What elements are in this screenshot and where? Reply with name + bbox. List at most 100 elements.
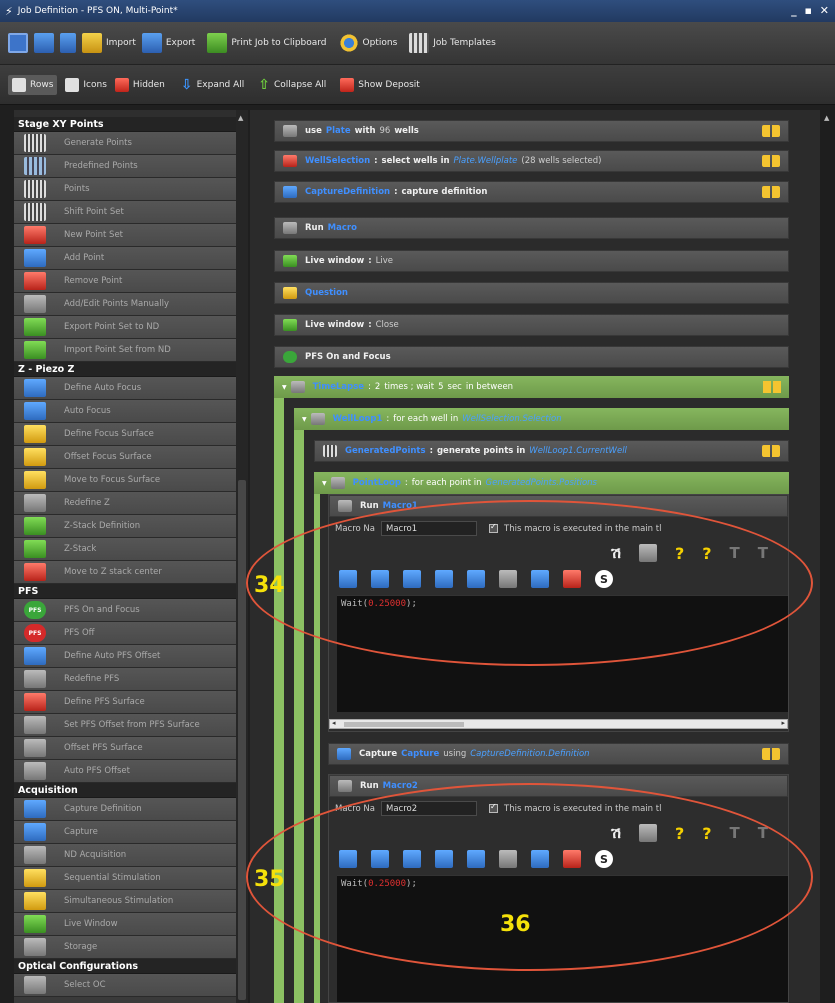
main-thread-checkbox[interactable]	[489, 522, 498, 533]
find-icon[interactable]: ሽ	[611, 544, 621, 562]
sidebar-scrollbar[interactable]: ▲	[236, 110, 248, 1003]
copy-icon[interactable]	[435, 850, 453, 868]
collapse-icon[interactable]: ▼	[302, 416, 307, 423]
scroll-left-icon[interactable]: ◂	[332, 719, 336, 727]
sidebar-item[interactable]: Shift Point Set	[14, 201, 236, 224]
help-context-icon[interactable]: ?	[675, 544, 684, 563]
expand-all-button[interactable]: ⇩ Expand All	[181, 77, 244, 93]
text-icon[interactable]: T	[730, 544, 740, 562]
sidebar-item[interactable]: Live Window	[14, 913, 236, 936]
sidebar-item[interactable]: Points	[14, 178, 236, 201]
sidebar-item[interactable]: Select OC	[14, 974, 236, 997]
sidebar-item[interactable]: Define PFS Surface	[14, 691, 236, 714]
macro-name-input[interactable]: Macro2	[381, 801, 477, 816]
collapse-icon[interactable]: ▼	[282, 384, 287, 391]
run-step-icon[interactable]	[531, 570, 549, 588]
icons-view-button[interactable]: Icons	[65, 77, 107, 92]
redo-icon[interactable]	[371, 850, 389, 868]
syntax-icon[interactable]: S	[595, 850, 613, 868]
text-format-icon[interactable]: T	[758, 544, 768, 562]
redo-icon[interactable]	[371, 570, 389, 588]
sidebar-item[interactable]: Add/Edit Points Manually	[14, 293, 236, 316]
sidebar-item[interactable]: Define Focus Surface	[14, 423, 236, 446]
help-icon[interactable]: ?	[702, 824, 711, 843]
window-controls[interactable]: _ ▪ ✕	[791, 4, 831, 17]
sidebar-scroll-thumb[interactable]	[238, 480, 246, 1000]
edit-icon[interactable]	[763, 381, 781, 393]
job-templates-button[interactable]: Job Templates	[409, 33, 496, 53]
scroll-up-icon[interactable]: ▲	[238, 114, 243, 122]
cut-icon[interactable]	[403, 570, 421, 588]
macro-name-input[interactable]: Macro1	[381, 521, 477, 536]
save-as-icon[interactable]	[34, 33, 54, 53]
capture-row[interactable]: Capture Capture using CaptureDefinition.…	[328, 743, 789, 765]
function-icon[interactable]	[499, 850, 517, 868]
edit-icon[interactable]	[762, 125, 780, 137]
copy-icon[interactable]	[435, 570, 453, 588]
syntax-icon[interactable]: S	[595, 570, 613, 588]
pointloop-header[interactable]: ▼ PointLoop : for each point in Generate…	[314, 472, 789, 494]
edit-icon[interactable]	[762, 155, 780, 167]
sidebar-item[interactable]: Z-Stack	[14, 538, 236, 561]
edit-icon[interactable]	[762, 445, 780, 457]
macro1-hscrollbar[interactable]: ◂ ▸	[329, 719, 788, 729]
export-button[interactable]: Export	[141, 33, 195, 53]
macro1-code-editor[interactable]: Wait(0.25000);	[337, 595, 788, 712]
cut-icon[interactable]	[403, 850, 421, 868]
sidebar-item[interactable]: Predefined Points	[14, 155, 236, 178]
scroll-up-icon[interactable]: ▲	[824, 114, 829, 122]
sidebar-item[interactable]: Capture	[14, 821, 236, 844]
collapse-icon[interactable]: ▼	[322, 480, 327, 487]
sidebar-item[interactable]: Import Point Set from ND	[14, 339, 236, 362]
capture-ref[interactable]: CaptureDefinition.Definition	[470, 749, 589, 759]
macro1-header[interactable]: Run Macro1	[329, 495, 788, 517]
sidebar-item[interactable]: Auto PFS Offset	[14, 760, 236, 783]
run-macro-row[interactable]: Run Macro	[274, 217, 789, 239]
hscroll-thumb[interactable]	[344, 722, 464, 727]
generated-points-row[interactable]: GeneratedPoints : generate points in Wel…	[314, 440, 789, 462]
paste-icon[interactable]	[467, 570, 485, 588]
sidebar-item[interactable]: Redefine PFS	[14, 668, 236, 691]
properties-icon[interactable]	[60, 33, 76, 53]
live-window-row[interactable]: Live window : Live	[274, 250, 789, 272]
capture-definition-row[interactable]: CaptureDefinition : capture definition	[274, 181, 789, 203]
scroll-right-icon[interactable]: ▸	[781, 719, 785, 727]
text-icon[interactable]: T	[730, 824, 740, 842]
sidebar-item[interactable]: Move to Focus Surface	[14, 469, 236, 492]
sidebar-item[interactable]: Generate Points	[14, 132, 236, 155]
stop-icon[interactable]	[563, 570, 581, 588]
paste-icon[interactable]	[467, 850, 485, 868]
sidebar-item[interactable]: Capture Definition	[14, 798, 236, 821]
print-job-button[interactable]: Print Job to Clipboard	[207, 33, 327, 53]
sidebar-item[interactable]: PFS PFS On and Focus	[14, 599, 236, 622]
help-context-icon[interactable]: ?	[675, 824, 684, 843]
sidebar-item[interactable]: Offset Focus Surface	[14, 446, 236, 469]
hidden-view-button[interactable]: Hidden	[114, 77, 165, 92]
main-thread-checkbox[interactable]	[489, 802, 498, 813]
sidebar-item[interactable]: Add Point	[14, 247, 236, 270]
undo-icon[interactable]	[339, 570, 357, 588]
undo-icon[interactable]	[339, 850, 357, 868]
pointloop-ref[interactable]: GeneratedPoints.Positions	[486, 478, 597, 488]
edit-icon[interactable]	[762, 186, 780, 198]
save-icon[interactable]	[8, 33, 28, 53]
sidebar-item[interactable]: Remove Point	[14, 270, 236, 293]
sidebar-item[interactable]: Auto Focus	[14, 400, 236, 423]
sidebar-item[interactable]: Redefine Z	[14, 492, 236, 515]
function-icon[interactable]	[499, 570, 517, 588]
replace-icon[interactable]	[638, 544, 657, 562]
sidebar-item[interactable]: Simultaneous Stimulation	[14, 890, 236, 913]
wellloop-ref[interactable]: WellSelection.Selection	[462, 414, 561, 424]
wellloop-header[interactable]: ▼ WellLoop1 : for each well in WellSelec…	[294, 408, 789, 430]
sidebar-item[interactable]: Define Auto PFS Offset	[14, 645, 236, 668]
sidebar-item[interactable]: ND Acquisition	[14, 844, 236, 867]
run-step-icon[interactable]	[531, 850, 549, 868]
use-plate-row[interactable]: use Plate with 96 wells	[274, 120, 789, 142]
text-format-icon[interactable]: T	[758, 824, 768, 842]
stop-icon[interactable]	[563, 850, 581, 868]
sidebar-item[interactable]: Set PFS Offset from PFS Surface	[14, 714, 236, 737]
sidebar-item[interactable]: Storage	[14, 936, 236, 959]
sidebar-item[interactable]: Sequential Stimulation	[14, 867, 236, 890]
live-window-close-row[interactable]: Live window : Close	[274, 314, 789, 336]
pfs-on-row[interactable]: PFS On and Focus	[274, 346, 789, 368]
